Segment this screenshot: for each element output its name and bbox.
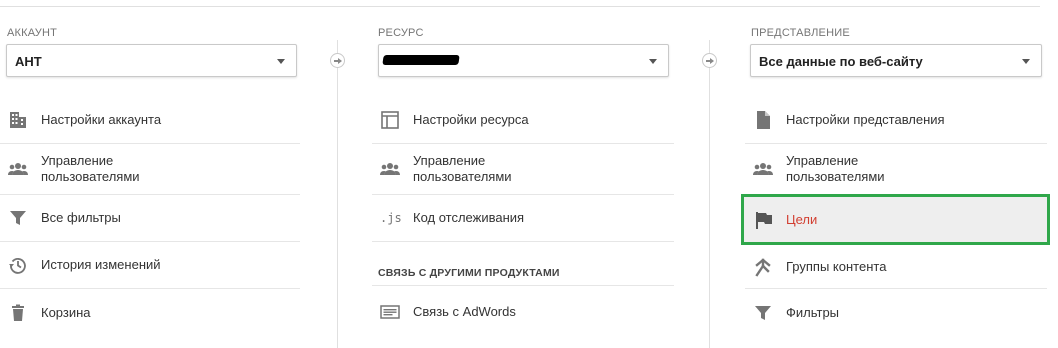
arrow-right-icon	[702, 53, 717, 68]
users-icon	[8, 163, 28, 175]
menu-item-label: Управление пользователями	[413, 153, 512, 184]
adwords-icon	[380, 304, 400, 319]
menu-item-all-filters[interactable]: Все фильтры	[0, 195, 300, 242]
chevron-down-icon	[1022, 59, 1030, 64]
menu-item-change-history[interactable]: История изменений	[0, 242, 300, 289]
menu-item-label: Корзина	[41, 304, 91, 320]
menu-item-label: Связь с AdWords	[413, 303, 516, 319]
menu-item-resource-settings[interactable]: Настройки ресурса	[372, 97, 674, 144]
account-select[interactable]: АНТ	[6, 44, 297, 77]
top-divider	[0, 6, 1040, 7]
menu-item-label: Все фильтры	[41, 210, 121, 225]
menu-item-goals[interactable]: Цели	[741, 194, 1050, 245]
filter-icon	[10, 211, 26, 225]
chevron-down-icon	[649, 59, 657, 64]
settings-window-icon	[381, 111, 399, 129]
account-select-value: АНТ	[15, 54, 42, 69]
section-divider	[372, 285, 674, 286]
section-heading-linked-products: СВЯЗЬ С ДРУГИМИ ПРОДУКТАМИ	[378, 267, 560, 279]
menu-item-view-settings[interactable]: Настройки представления	[745, 97, 1047, 144]
menu-item-label: Настройки представления	[786, 112, 945, 127]
view-column-label: ПРЕДСТАВЛЕНИЕ	[751, 27, 850, 39]
menu-item-label: Группы контента	[786, 258, 887, 274]
menu-item-account-settings[interactable]: Настройки аккаунта	[0, 97, 300, 144]
js-icon: .JS	[380, 211, 402, 225]
menu-item-label: История изменений	[41, 257, 161, 272]
redacted-value	[382, 55, 460, 65]
users-icon	[380, 163, 400, 175]
view-select-value: Все данные по веб-сайту	[759, 54, 923, 69]
building-icon	[10, 112, 26, 128]
menu-item-label: Код отслеживания	[413, 210, 525, 225]
document-icon	[757, 111, 770, 129]
menu-item-label: Цели	[786, 211, 818, 227]
menu-item-user-management[interactable]: Управление пользователями	[0, 144, 300, 195]
menu-item-filters[interactable]: Фильтры	[745, 289, 1047, 336]
account-column-label: АККАУНТ	[7, 27, 58, 39]
content-groups-icon	[755, 257, 771, 277]
view-select[interactable]: Все данные по веб-сайту	[750, 44, 1042, 77]
menu-item-tracking-code[interactable]: .JS Код отслеживания	[372, 195, 674, 242]
chevron-down-icon	[277, 59, 285, 64]
flag-icon	[756, 211, 772, 229]
menu-item-label: Фильтры	[786, 304, 840, 320]
menu-item-adwords-link[interactable]: Связь с AdWords	[372, 289, 674, 334]
resource-select[interactable]	[378, 44, 669, 77]
users-icon	[753, 163, 773, 175]
menu-item-label: Управление пользователями	[41, 153, 140, 184]
arrow-right-icon	[330, 53, 345, 68]
trash-icon	[12, 304, 24, 321]
filter-icon	[755, 305, 771, 320]
menu-item-user-management[interactable]: Управление пользователями	[745, 144, 1047, 195]
column-divider	[337, 40, 338, 348]
menu-item-label: Управление пользователями	[786, 153, 885, 184]
menu-item-content-groups[interactable]: Группы контента	[745, 245, 1047, 289]
menu-item-trash[interactable]: Корзина	[0, 289, 300, 336]
resource-column-label: РЕСУРС	[378, 27, 424, 39]
menu-item-user-management[interactable]: Управление пользователями	[372, 144, 674, 195]
menu-item-label: Настройки аккаунта	[41, 112, 162, 127]
history-icon	[9, 258, 26, 274]
column-divider	[709, 40, 710, 348]
menu-item-label: Настройки ресурса	[413, 112, 529, 127]
